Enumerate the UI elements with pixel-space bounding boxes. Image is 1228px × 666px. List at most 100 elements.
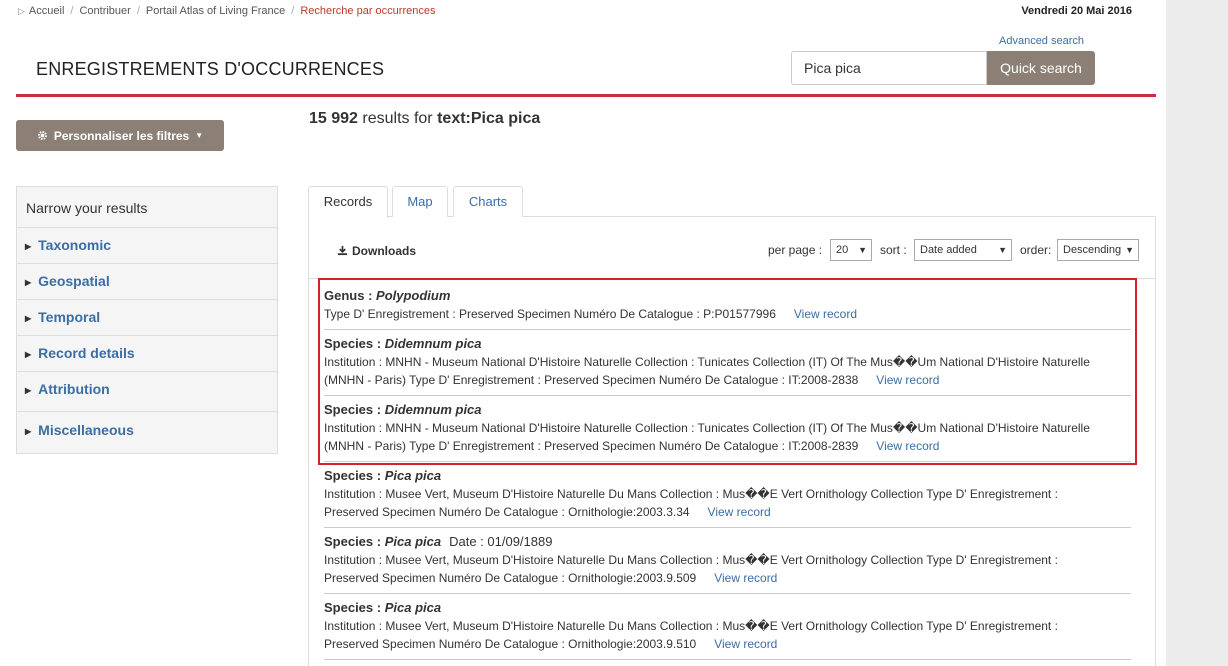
record-details: Type D' Enregistrement : Preserved Speci… (324, 305, 1131, 323)
record-details: Institution : MNHN - Museum National D'H… (324, 419, 1131, 455)
record-name[interactable]: Didemnum pica (385, 336, 482, 351)
facet-label: Temporal (38, 309, 101, 325)
facet-temporal[interactable]: ▶ Temporal (17, 300, 277, 336)
view-record-link[interactable]: View record (794, 307, 857, 321)
sort-label: sort : (880, 243, 907, 257)
current-date: Vendredi 20 Mai 2016 (1021, 5, 1132, 17)
record-item: Species : Pica pica Institution : Musee … (324, 468, 1131, 521)
search-input[interactable]: Pica pica (791, 51, 987, 85)
record-detail-line: Institution : MNHN - Museum National D'H… (324, 421, 1090, 435)
view-record-link[interactable]: View record (876, 373, 939, 387)
view-record-link[interactable]: View record (708, 505, 771, 519)
record-rank: Species : (324, 534, 382, 549)
view-record-link[interactable]: View record (714, 571, 777, 585)
dropdown-arrow-icon: ▼ (998, 245, 1007, 255)
record-details: Institution : Musee Vert, Museum D'Histo… (324, 551, 1131, 587)
facet-taxonomic[interactable]: ▶ Taxonomic (17, 228, 277, 264)
per-page-value: 20 (836, 244, 849, 256)
record-item: Species : Didemnum pica Institution : MN… (324, 336, 1131, 389)
page-title: ENREGISTREMENTS D'OCCURRENCES (36, 59, 385, 79)
breadcrumb-contribuer[interactable]: Contribuer (79, 5, 130, 17)
facet-label: Miscellaneous (38, 422, 134, 438)
facets-heading: Narrow your results (17, 187, 277, 228)
breadcrumb-current: Recherche par occurrences (300, 5, 436, 17)
record-name[interactable]: Didemnum pica (385, 402, 482, 417)
per-page-select[interactable]: 20 ▼ (830, 239, 872, 261)
tab-map[interactable]: Map (392, 186, 448, 217)
caret-right-icon: ▶ (25, 350, 32, 359)
breadcrumb-separator: / (70, 5, 74, 17)
record-separator (324, 593, 1131, 594)
record-detail-line: Institution : Musee Vert, Museum D'Histo… (324, 619, 1058, 633)
facet-record-details[interactable]: ▶ Record details (17, 336, 277, 372)
caret-right-icon: ▶ (25, 386, 32, 395)
page-gutter (1166, 0, 1228, 666)
record-title: Species : Pica pica (324, 468, 1131, 483)
breadcrumb-home[interactable]: Accueil (29, 5, 64, 17)
record-rank: Species : (324, 336, 382, 351)
advanced-search-link[interactable]: Advanced search (999, 35, 1084, 47)
record-rank: Species : (324, 468, 382, 483)
view-record-link[interactable]: View record (876, 439, 939, 453)
facet-label: Record details (38, 345, 135, 361)
download-icon (337, 245, 348, 256)
view-record-link[interactable]: View record (714, 637, 777, 651)
customize-filters-button[interactable]: Personnaliser les filtres ▼ (16, 120, 224, 151)
downloads-label: Downloads (352, 244, 417, 258)
record-title: Genus : Polypodium (324, 288, 1131, 303)
record-detail-line: Type D' Enregistrement : Preserved Speci… (324, 307, 776, 321)
record-rank: Species : (324, 600, 382, 615)
tab-charts[interactable]: Charts (453, 186, 523, 217)
record-item: Genus : Polypodium Type D' Enregistremen… (324, 288, 1131, 323)
record-name[interactable]: Pica pica (385, 600, 441, 615)
record-name[interactable]: Pica pica (385, 534, 441, 549)
downloads-button[interactable]: Downloads (337, 244, 416, 258)
record-item: Species : Pica pica Institution : Musee … (324, 600, 1131, 653)
record-detail-line: Preserved Specimen Numéro De Catalogue :… (324, 637, 697, 651)
per-page-label: per page : (768, 243, 823, 257)
facet-label: Attribution (38, 381, 110, 397)
results-summary: 15 992 results for text:Pica pica (309, 110, 540, 128)
sort-value: Date added (920, 244, 977, 256)
order-select[interactable]: Descending ▼ (1057, 239, 1139, 261)
customize-filters-label: Personnaliser les filtres (53, 128, 190, 143)
facet-attribution[interactable]: ▶ Attribution (17, 372, 277, 407)
gear-icon (37, 131, 47, 140)
tab-records[interactable]: Records (308, 186, 388, 218)
order-label: order: (1020, 243, 1052, 257)
order-value: Descending (1063, 244, 1122, 256)
record-name[interactable]: Pica pica (385, 468, 441, 483)
caret-right-icon: ▶ (25, 278, 32, 287)
breadcrumb-separator: / (136, 5, 140, 17)
record-detail-line: Preserved Specimen Numéro De Catalogue :… (324, 571, 697, 585)
record-rank: Genus : (324, 288, 373, 303)
record-detail-line: Institution : Musee Vert, Museum D'Histo… (324, 553, 1058, 567)
breadcrumb-portail[interactable]: Portail Atlas of Living France (146, 5, 285, 17)
record-detail-line: Institution : Musee Vert, Museum D'Histo… (324, 487, 1058, 501)
caret-right-icon: ▶ (25, 314, 32, 323)
results-count: 15 992 (309, 110, 358, 127)
dropdown-arrow-icon: ▼ (858, 245, 867, 255)
results-text: results for (362, 110, 433, 127)
facet-geospatial[interactable]: ▶ Geospatial (17, 264, 277, 300)
panel-border-right (1155, 216, 1156, 666)
caret-right-icon: ▶ (25, 427, 32, 436)
results-query: text:Pica pica (437, 110, 541, 127)
panel-border-left (308, 216, 309, 666)
record-title: Species : Pica pica (324, 600, 1131, 615)
record-name[interactable]: Polypodium (376, 288, 450, 303)
header-divider (16, 94, 1156, 97)
record-detail-line: (MNHN - Paris) Type D' Enregistrement : … (324, 439, 859, 453)
caret-right-icon: ▶ (25, 242, 32, 251)
record-details: Institution : Musee Vert, Museum D'Histo… (324, 485, 1131, 521)
record-separator (324, 329, 1131, 330)
facet-miscellaneous[interactable]: ▶ Miscellaneous (17, 411, 277, 453)
sort-select[interactable]: Date added ▼ (914, 239, 1012, 261)
facets-panel: Narrow your results ▶ Taxonomic ▶ Geospati… (16, 186, 278, 454)
record-rank: Species : (324, 402, 382, 417)
record-details: Institution : MNHN - Museum National D'H… (324, 353, 1131, 389)
record-separator (324, 527, 1131, 528)
record-details: Institution : Musee Vert, Museum D'Histo… (324, 617, 1131, 653)
quick-search-button[interactable]: Quick search (987, 51, 1095, 85)
caret-right-icon: ▷ (18, 6, 25, 16)
